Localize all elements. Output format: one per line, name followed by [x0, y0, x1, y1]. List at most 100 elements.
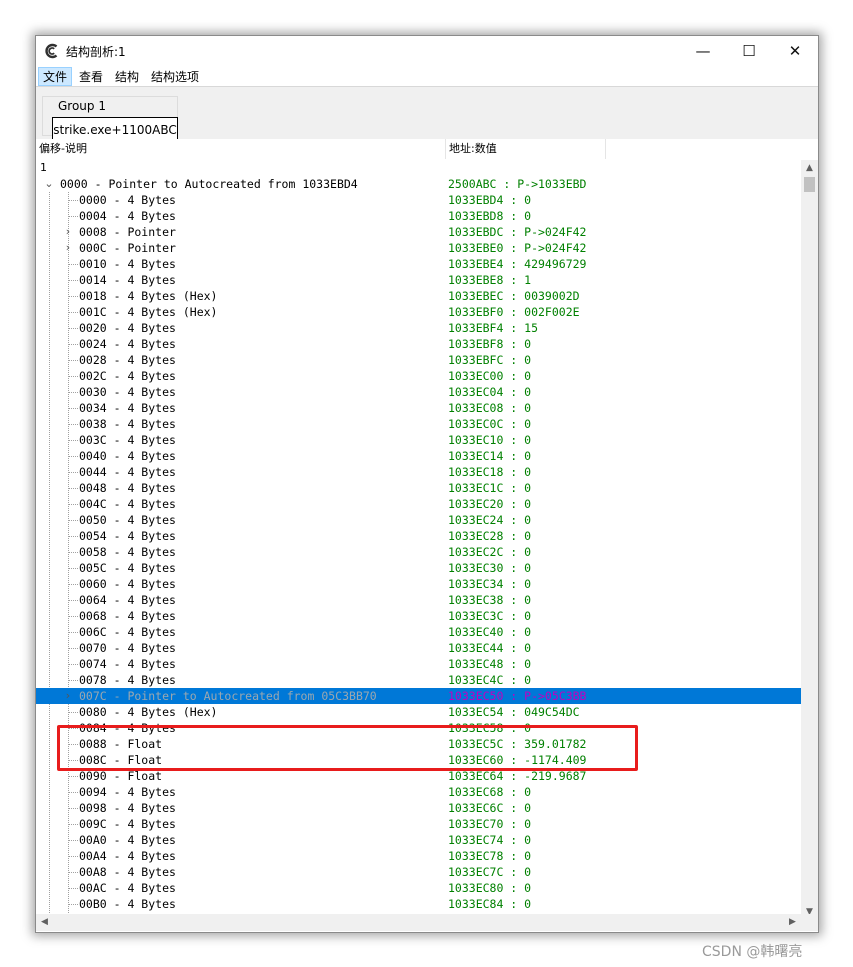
tree-row[interactable]: 0010 - 4 Bytes 1033EBE4 : 429496729 [36, 256, 801, 272]
minimize-button[interactable]: — [680, 36, 726, 66]
tree-row[interactable]: 0074 - 4 Bytes 1033EC48 : 0 [36, 656, 801, 672]
structure-tree[interactable]: 1 ⌄ 0000 - Pointer to Autocreated from 10… [36, 160, 801, 921]
tree-row[interactable]: 0014 - 4 Bytes 1033EBE8 : 1 [36, 272, 801, 288]
expand-chevron-right-icon[interactable]: › [63, 240, 73, 256]
tree-row[interactable]: 0098 - 4 Bytes 1033EC6C : 0 [36, 800, 801, 816]
expand-chevron-down-icon[interactable]: ⌄ [44, 176, 54, 192]
tree-row[interactable]: 004C - 4 Bytes 1033EC20 : 0 [36, 496, 801, 512]
row-offset-description: 0050 - 4 Bytes [79, 513, 176, 527]
row-offset-description: 002C - 4 Bytes [79, 369, 176, 383]
scroll-right-icon[interactable]: ▶ [784, 914, 801, 931]
group-box: Group 1 strike.exe+1100ABC [42, 96, 178, 143]
tree-row[interactable]: ⌄ 0000 - Pointer to Autocreated from 1033… [36, 176, 801, 192]
tree-connector [68, 376, 78, 377]
expand-chevron-right-icon[interactable]: › [63, 688, 73, 704]
row-address-value: 1033EC50 : P->05C3BB [448, 689, 587, 703]
title-bar[interactable]: 结构剖析:1 — ☐ ✕ [36, 36, 818, 66]
tree-row[interactable]: 0058 - 4 Bytes 1033EC2C : 0 [36, 544, 801, 560]
tree-row[interactable]: 0078 - 4 Bytes 1033EC4C : 0 [36, 672, 801, 688]
tree-row[interactable]: 0024 - 4 Bytes 1033EBF8 : 0 [36, 336, 801, 352]
row-offset-description: 003C - 4 Bytes [79, 433, 176, 447]
column-address-value[interactable]: 地址:数值 [446, 139, 606, 159]
close-button[interactable]: ✕ [772, 36, 818, 66]
tree-row[interactable]: 0094 - 4 Bytes 1033EC68 : 0 [36, 784, 801, 800]
menu-item-2[interactable]: 结构 [110, 67, 144, 86]
row-offset-description: 0010 - 4 Bytes [79, 257, 176, 271]
row-address-value: 1033EC7C : 0 [448, 865, 532, 879]
row-offset-description: 0008 - Pointer [79, 225, 176, 239]
menu-item-1[interactable]: 查看 [74, 67, 108, 86]
tree-row[interactable]: 005C - 4 Bytes 1033EC30 : 0 [36, 560, 801, 576]
tree-connector [68, 200, 78, 201]
tree-row[interactable]: 0038 - 4 Bytes 1033EC0C : 0 [36, 416, 801, 432]
tree-row[interactable]: 0048 - 4 Bytes 1033EC1C : 0 [36, 480, 801, 496]
tree-row[interactable]: 0004 - 4 Bytes 1033EBD8 : 0 [36, 208, 801, 224]
tree-connector [68, 792, 78, 793]
maximize-button[interactable]: ☐ [726, 36, 772, 66]
tree-row[interactable]: 0064 - 4 Bytes 1033EC38 : 0 [36, 592, 801, 608]
tree-row[interactable]: 0044 - 4 Bytes 1033EC18 : 0 [36, 464, 801, 480]
tree-row[interactable]: 00A0 - 4 Bytes 1033EC74 : 0 [36, 832, 801, 848]
tree-row[interactable]: 0060 - 4 Bytes 1033EC34 : 0 [36, 576, 801, 592]
tree-connector [68, 536, 78, 537]
row-address-value: 1033EBDC : P->024F42 [448, 225, 587, 239]
tree-row[interactable]: 0034 - 4 Bytes 1033EC08 : 0 [36, 400, 801, 416]
row-address-value: 1033EC38 : 0 [448, 593, 532, 607]
tree-row[interactable]: 0030 - 4 Bytes 1033EC04 : 0 [36, 384, 801, 400]
row-address-value: 1033EBFC : 0 [448, 353, 532, 367]
tree-row[interactable]: 002C - 4 Bytes 1033EC00 : 0 [36, 368, 801, 384]
tree-row[interactable]: 0018 - 4 Bytes (Hex) 1033EBEC : 0039002D [36, 288, 801, 304]
tree-row[interactable]: 0070 - 4 Bytes 1033EC44 : 0 [36, 640, 801, 656]
tree-connector [68, 344, 78, 345]
row-offset-description: 0060 - 4 Bytes [79, 577, 176, 591]
row-address-value: 1033EC6C : 0 [448, 801, 532, 815]
tree-row[interactable]: › 000C - Pointer 1033EBE0 : P->024F42 [36, 240, 801, 256]
row-offset-description: 001C - 4 Bytes (Hex) [79, 305, 218, 319]
row-address-value: 1033EC40 : 0 [448, 625, 532, 639]
vertical-scrollbar[interactable]: ▲ ▼ [801, 160, 818, 921]
row-address-value: 1033EBF0 : 002F002E [448, 305, 580, 319]
tree-connector [68, 680, 78, 681]
tree-row[interactable]: › 0008 - Pointer 1033EBDC : P->024F42 [36, 224, 801, 240]
watermark: CSDN @韩曙亮 [702, 944, 803, 960]
tree-row[interactable]: 0040 - 4 Bytes 1033EC14 : 0 [36, 448, 801, 464]
tree-row[interactable]: 0000 - 4 Bytes 1033EBD4 : 0 [36, 192, 801, 208]
tree-row[interactable]: 00AC - 4 Bytes 1033EC80 : 0 [36, 880, 801, 896]
tree-row[interactable]: 00B0 - 4 Bytes 1033EC84 : 0 [36, 896, 801, 912]
window-title: 结构剖析:1 [66, 45, 126, 59]
row-address-value: 1033EC18 : 0 [448, 465, 532, 479]
tree-row[interactable]: 00A8 - 4 Bytes 1033EC7C : 0 [36, 864, 801, 880]
tree-row[interactable]: 0054 - 4 Bytes 1033EC28 : 0 [36, 528, 801, 544]
tree-row[interactable]: 001C - 4 Bytes (Hex) 1033EBF0 : 002F002E [36, 304, 801, 320]
tree-row[interactable]: › 007C - Pointer to Autocreated from 05C3… [36, 688, 801, 704]
tree-row[interactable]: 006C - 4 Bytes 1033EC40 : 0 [36, 624, 801, 640]
row-address-value: 1033EC74 : 0 [448, 833, 532, 847]
tree-row[interactable]: 0028 - 4 Bytes 1033EBFC : 0 [36, 352, 801, 368]
row-address-value: 1033EC28 : 0 [448, 529, 532, 543]
row-offset-description: 0018 - 4 Bytes (Hex) [79, 289, 218, 303]
menu-item-3[interactable]: 结构选项 [146, 67, 204, 86]
scroll-left-icon[interactable]: ◀ [36, 914, 53, 931]
tree-connector [68, 408, 78, 409]
row-offset-description: 00A4 - 4 Bytes [79, 849, 176, 863]
expand-chevron-right-icon[interactable]: › [63, 224, 73, 240]
tree-row[interactable]: 0080 - 4 Bytes (Hex) 1033EC54 : 049C54DC [36, 704, 801, 720]
tree-row[interactable]: 0068 - 4 Bytes 1033EC3C : 0 [36, 608, 801, 624]
horizontal-scrollbar[interactable]: ◀ ▶ [36, 914, 801, 931]
tree-row[interactable]: 0020 - 4 Bytes 1033EBF4 : 15 [36, 320, 801, 336]
scroll-thumb[interactable] [804, 177, 815, 192]
tree-row[interactable]: 0050 - 4 Bytes 1033EC24 : 0 [36, 512, 801, 528]
tree-row[interactable]: 00A4 - 4 Bytes 1033EC78 : 0 [36, 848, 801, 864]
row-address-value: 1033EC4C : 0 [448, 673, 532, 687]
row-offset-description: 00A8 - 4 Bytes [79, 865, 176, 879]
tree-root-row[interactable]: 1 [36, 160, 801, 176]
row-offset-description: 007C - Pointer to Autocreated from 05C3B… [79, 689, 377, 703]
tree-row[interactable]: 009C - 4 Bytes 1033EC70 : 0 [36, 816, 801, 832]
menu-item-0[interactable]: 文件 [38, 66, 73, 86]
column-offset-description[interactable]: 偏移-说明 [36, 139, 446, 159]
tree-connector [68, 664, 78, 665]
row-offset-description: 0000 - 4 Bytes [79, 193, 176, 207]
tree-row[interactable]: 003C - 4 Bytes 1033EC10 : 0 [36, 432, 801, 448]
scroll-up-icon[interactable]: ▲ [801, 160, 818, 177]
row-offset-description: 0024 - 4 Bytes [79, 337, 176, 351]
